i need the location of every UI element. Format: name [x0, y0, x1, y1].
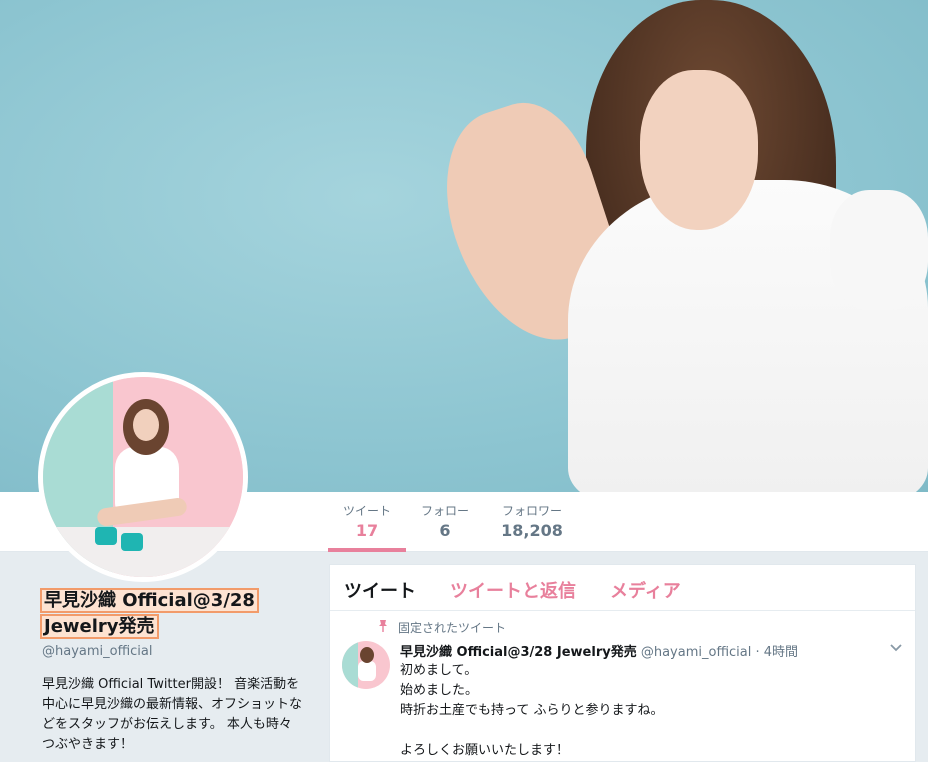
stat-followers-label: フォロワー [501, 504, 562, 518]
stat-tweets-label: ツイート [342, 504, 391, 518]
tab-media[interactable]: メディア [610, 577, 681, 603]
pinned-label: 固定されたツイート [398, 621, 507, 635]
stat-following[interactable]: フォロー 6 [414, 502, 476, 540]
tweet-avatar-dress [358, 661, 376, 681]
tweet-separator: · [755, 645, 760, 660]
avatar-shoe [121, 533, 143, 551]
stat-tweets-count: 17 [355, 521, 379, 540]
timeline: ツイート ツイートと返信 メディア 固定されたツイート 早見沙織 Officia… [329, 564, 916, 762]
tweet-avatar-hair [360, 647, 374, 663]
pinned-tweet[interactable]: 固定されたツイート 早見沙織 Official@3/28 Jewelry発売 @… [330, 611, 915, 761]
stat-following-label: フォロー [420, 504, 469, 518]
profile-display-name[interactable]: 早見沙織 Official@3/28 Jewelry発売 [40, 588, 312, 640]
banner-photo-face [640, 70, 758, 230]
banner-photo-sleeve [830, 190, 928, 310]
tweet-author-handle[interactable]: @hayami_official [641, 645, 752, 660]
chevron-down-icon[interactable] [889, 641, 903, 655]
timeline-tabs: ツイート ツイートと返信 メディア [330, 565, 915, 611]
profile-bio: 早見沙織 Official Twitter開設！ 音楽活動を中心に早見沙織の最新… [42, 677, 303, 752]
tweet-header: 早見沙織 Official@3/28 Jewelry発売 @hayami_off… [400, 641, 798, 660]
tweet-avatar[interactable] [342, 641, 390, 689]
tab-tweets[interactable]: ツイート [344, 577, 416, 603]
stat-following-count: 6 [439, 521, 451, 540]
stat-followers[interactable]: フォロワー 18,208 [494, 502, 570, 540]
stat-followers-count: 18,208 [501, 521, 563, 540]
stat-tweets[interactable]: ツイート 17 [336, 502, 398, 540]
profile-handle[interactable]: @hayami_official [42, 644, 312, 659]
pin-icon [379, 620, 387, 632]
tweet-timestamp[interactable]: 4時間 [764, 645, 798, 660]
avatar-face [133, 409, 159, 441]
profile-name-line2: Jewelry発売 [40, 614, 159, 639]
avatar-shoe [95, 527, 117, 545]
profile-card: 早見沙織 Official@3/28 Jewelry発売 @hayami_off… [40, 588, 312, 755]
profile-avatar[interactable] [38, 372, 248, 582]
tweet-text: 初めまして。 始めました。 時折お土産でも持って ふらりと参りますね。 よろしく… [400, 663, 664, 758]
tweet-avatar-bg [342, 641, 358, 689]
profile-name-line1: 早見沙織 Official@3/28 [40, 588, 259, 613]
avatar-photo [43, 377, 243, 577]
avatar-floor [43, 527, 243, 577]
tab-tweets-and-replies[interactable]: ツイートと返信 [450, 577, 576, 603]
active-stat-indicator [328, 548, 406, 552]
tweet-author-name[interactable]: 早見沙織 Official@3/28 Jewelry発売 [400, 645, 637, 660]
